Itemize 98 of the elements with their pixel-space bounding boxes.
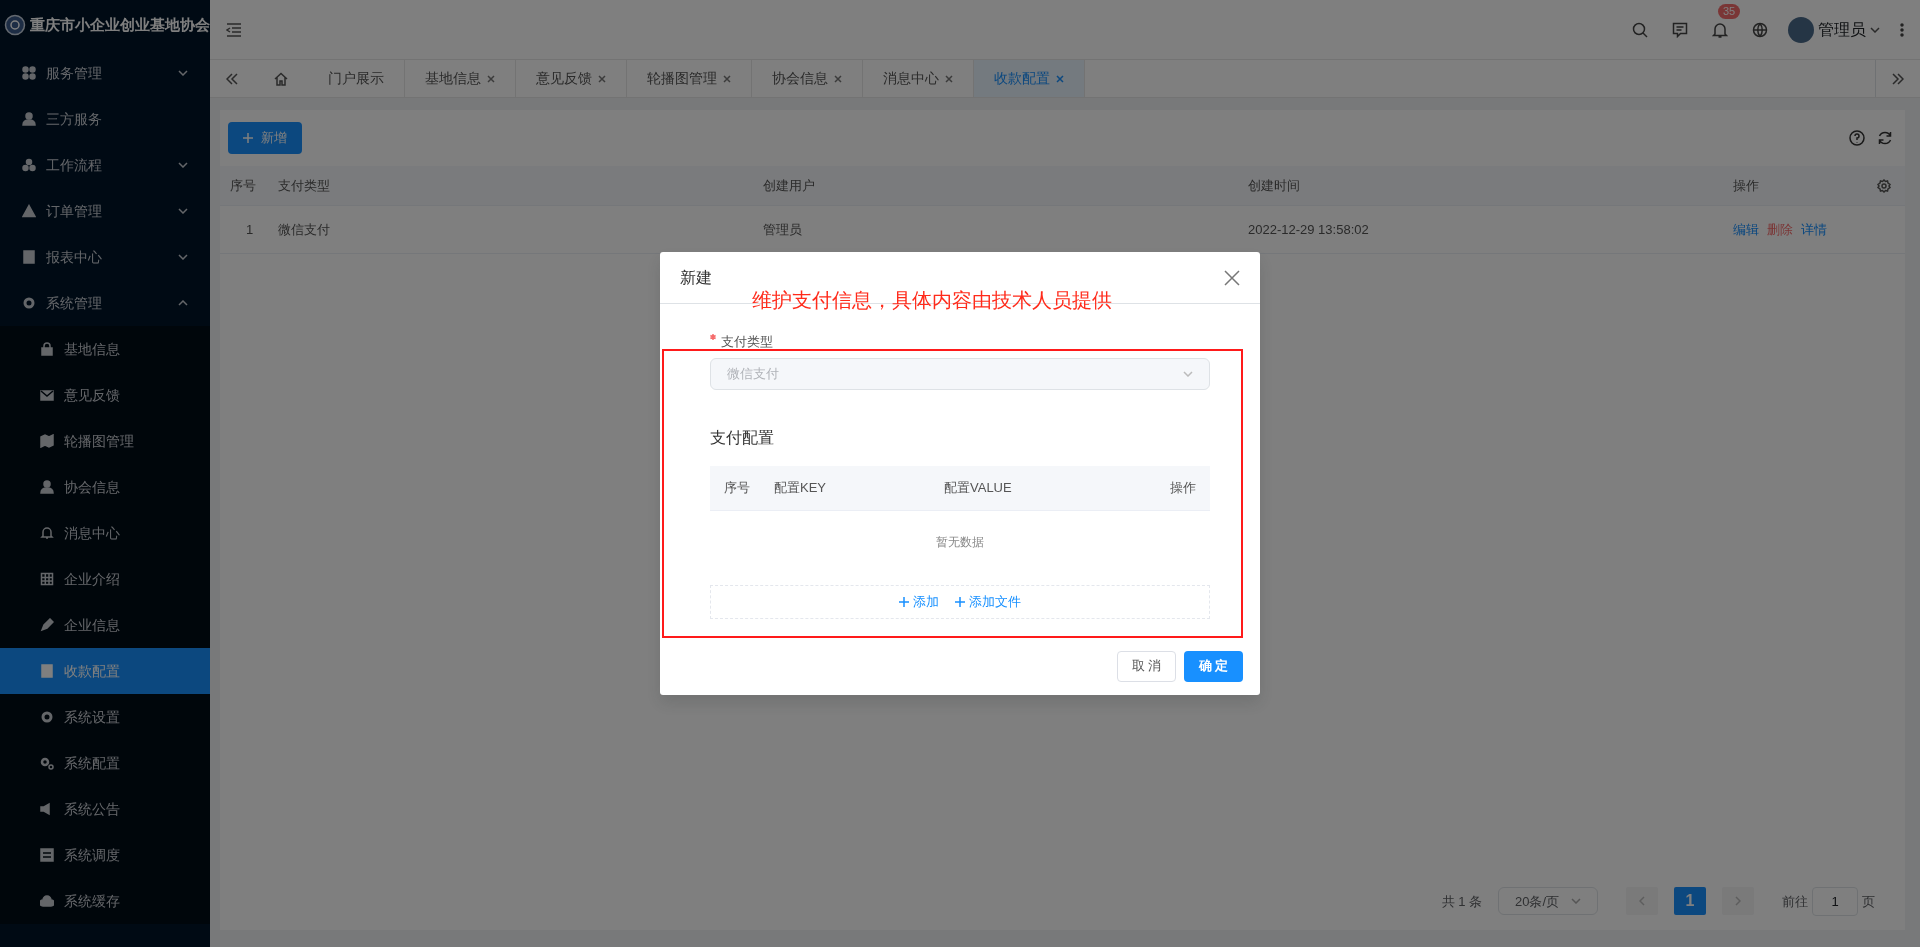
dialog-title: 新建 (680, 267, 712, 288)
user-menu[interactable]: 管理员 (1788, 16, 1880, 43)
page-tab[interactable]: 基地信息 (405, 60, 516, 97)
sidebar-item[interactable]: 收款配置 (0, 648, 210, 694)
avatar-placeholder (1788, 16, 1814, 43)
refresh-icon (1877, 130, 1893, 146)
sidebar-item[interactable]: 工作流程 (0, 142, 210, 188)
delete-link[interactable]: 删除 (1767, 219, 1793, 240)
chevron-left-icon (1639, 896, 1645, 907)
home-icon (274, 71, 288, 86)
grid-icon (40, 572, 54, 586)
document-icon (22, 250, 36, 264)
envelope-icon (40, 388, 54, 402)
sidebar-item[interactable]: 系统公告 (0, 786, 210, 832)
chevron-down-icon (1571, 898, 1581, 905)
plus-icon (955, 596, 965, 607)
column-header: 操作 (1733, 176, 1760, 195)
document-icon (40, 664, 54, 678)
add-link[interactable]: 添加 (899, 591, 939, 612)
chevron-down-icon (1870, 26, 1880, 33)
column-header: 序号 (230, 176, 257, 195)
app-title: 重庆市小企业创业基地协会 (30, 14, 210, 35)
cloud-icon (40, 894, 54, 908)
sidebar-item[interactable]: 报表中心 (0, 234, 210, 280)
column-header: 支付类型 (278, 176, 331, 195)
page-tab[interactable]: 轮播图管理 (627, 60, 752, 97)
sidebar-item[interactable]: 协会信息 (0, 464, 210, 510)
column-header: 创建用户 (763, 176, 816, 195)
column-header: 配置VALUE (944, 478, 1013, 497)
add-link[interactable]: 添加文件 (955, 591, 1021, 612)
table-cell: 2022-12-29 13:58:02 (1248, 221, 1369, 237)
sidebar-item[interactable]: 系统管理 (0, 280, 210, 326)
sidebar-item[interactable]: 系统缓存 (0, 878, 210, 924)
globe-icon (1752, 21, 1768, 38)
double-chevron-left-icon (226, 72, 238, 85)
bell-icon (40, 526, 54, 540)
chat-icon (1672, 21, 1688, 38)
column-header: 配置KEY (774, 478, 827, 497)
sidebar-item[interactable]: 企业介绍 (0, 556, 210, 602)
page-tab[interactable]: 意见反馈 (516, 60, 627, 97)
double-chevron-right-icon (1892, 72, 1904, 85)
chevron-right-icon (1735, 896, 1741, 907)
settings-icon (1877, 178, 1891, 193)
sidebar-item[interactable]: 订单管理 (0, 188, 210, 234)
total-count: 共 1 条 (1441, 892, 1482, 911)
payment-type-select: 微信支付 (710, 357, 1210, 390)
page-number-field[interactable]: 1 (1812, 886, 1858, 916)
sidebar-item[interactable]: 轮播图管理 (0, 418, 210, 464)
page-tab[interactable]: 门户展示 (308, 60, 405, 97)
table-cell: 管理员 (763, 221, 802, 237)
sidebar-item[interactable]: 系统配置 (0, 740, 210, 786)
emblem-icon (4, 14, 26, 36)
table-cell: 1 (246, 221, 254, 237)
help-icon (1849, 130, 1865, 146)
sidebar-item[interactable]: 意见反馈 (0, 372, 210, 418)
menu-icon (226, 23, 242, 38)
chevron-down-icon (1183, 370, 1193, 377)
triangle-icon (22, 204, 36, 218)
clover-icon (22, 66, 36, 80)
goto-label: 前往 (1782, 892, 1808, 911)
annotation-text: 维护支付信息，具体内容由技术人员提供 (752, 288, 1112, 313)
action-link[interactable]: 编辑 (1733, 219, 1759, 240)
notification-badge: 35 (1718, 3, 1741, 19)
column-header: 创建时间 (1248, 176, 1301, 195)
sidebar-item[interactable]: 消息中心 (0, 510, 210, 556)
sidebar-item[interactable]: 系统设置 (0, 694, 210, 740)
plus-icon (243, 133, 253, 143)
bell-icon (1712, 21, 1728, 38)
sidebar-item[interactable]: 企业信息 (0, 602, 210, 648)
table-cell: 微信支付 (278, 221, 330, 237)
pencil-icon (40, 618, 54, 632)
search-icon (1632, 21, 1648, 38)
action-link[interactable]: 详情 (1801, 219, 1827, 240)
dialog-button[interactable]: 取 消 (1117, 650, 1176, 682)
close-icon (1224, 269, 1240, 286)
more-icon (1900, 22, 1904, 37)
map-icon (40, 434, 54, 448)
plus-icon (899, 596, 909, 607)
sidebar-item[interactable]: 服务管理 (0, 50, 210, 96)
new-button[interactable]: 新增 (228, 122, 302, 154)
page-tab[interactable]: 协会信息 (752, 60, 863, 97)
person-icon (22, 112, 36, 126)
circles-icon (22, 158, 36, 172)
page-suffix: 页 (1862, 892, 1875, 911)
page-tab[interactable]: 收款配置 (974, 60, 1085, 97)
lock-icon (40, 342, 54, 356)
empty-message: 暂无数据 (935, 533, 985, 551)
field-label: 支付类型 (721, 334, 773, 349)
page-button[interactable]: 1 (1674, 887, 1706, 916)
dialog-button[interactable]: 确 定 (1184, 650, 1243, 682)
column-header: 操作 (1170, 478, 1196, 497)
section-title: 支付配置 (710, 427, 775, 448)
sidebar-item[interactable]: 系统调度 (0, 832, 210, 878)
page-size-select[interactable]: 20条/页 (1498, 887, 1598, 916)
sidebar-item[interactable]: 三方服务 (0, 96, 210, 142)
sidebar-item[interactable]: 基地信息 (0, 326, 210, 372)
column-header: 序号 (724, 478, 751, 497)
person-icon (40, 480, 54, 494)
